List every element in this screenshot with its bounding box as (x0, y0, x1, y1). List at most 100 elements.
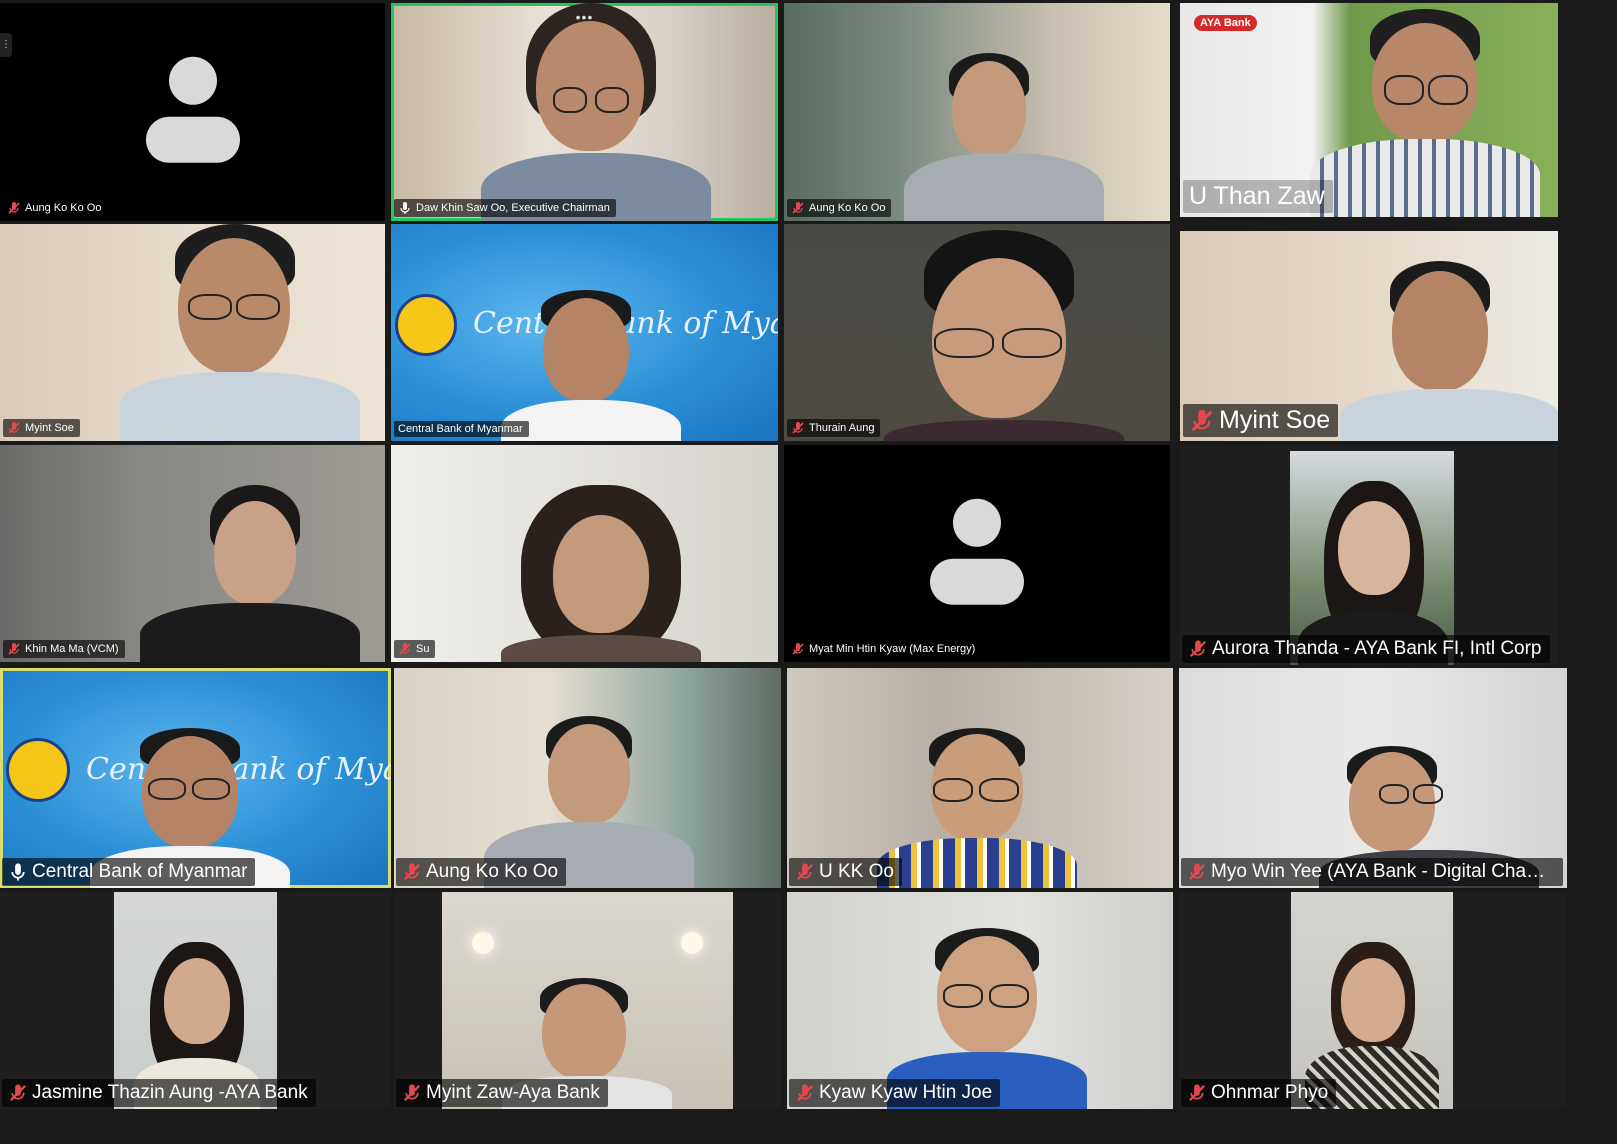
participant-name: Aurora Thanda - AYA Bank FI, Intl Corp (1212, 638, 1542, 659)
participant-tile[interactable]: Ohnmar Phyo (1179, 892, 1567, 1109)
participant-name: Thurain Aung (809, 422, 875, 434)
participant-tile[interactable]: Aurora Thanda - AYA Bank FI, Intl Corp (1180, 445, 1558, 665)
participant-tile[interactable]: U KK Oo (787, 668, 1173, 888)
mic-muted-icon (1189, 863, 1205, 880)
participant-tile[interactable]: ⋮ Aung Ko Ko Oo (0, 3, 385, 221)
mic-muted-icon (8, 202, 20, 214)
participant-name: Myint Zaw-Aya Bank (426, 1082, 600, 1103)
video-feed (1291, 892, 1453, 1109)
video-feed (784, 3, 1170, 221)
video-feed (391, 3, 778, 221)
participant-name: Daw Khin Saw Oo, Executive Chairman (416, 202, 610, 214)
participant-tile[interactable]: Khin Ma Ma (VCM) (0, 445, 385, 662)
participant-tile-active-speaker[interactable]: ••• Daw Khin Saw Oo, Executive Chairman (391, 3, 778, 221)
mic-muted-icon (8, 422, 20, 434)
participant-name: Ohnmar Phyo (1211, 1082, 1329, 1103)
mic-muted-icon (1190, 640, 1206, 657)
mic-icon (11, 863, 25, 881)
video-feed (1290, 451, 1454, 665)
participant-tile[interactable]: Central Bank of Myanmar Central Bank of … (391, 224, 778, 441)
ceiling-light (472, 932, 494, 954)
participant-name: Jasmine Thazin Aung -AYA Bank (32, 1082, 308, 1103)
participant-nameplate: Myint Soe (3, 419, 80, 437)
participant-nameplate: Myat Min Htin Kyaw (Max Energy) (787, 640, 982, 658)
mic-muted-icon (797, 1084, 813, 1101)
participant-tile[interactable]: Thurain Aung (784, 224, 1170, 441)
participant-name: Central Bank of Myanmar (398, 423, 523, 435)
video-feed (787, 668, 1173, 888)
participant-name: Myint Soe (25, 422, 74, 434)
video-feed (391, 445, 778, 662)
video-feed: Central Bank of Myanmar (391, 224, 778, 441)
participant-nameplate: Ohnmar Phyo (1181, 1079, 1337, 1107)
participant-name: Su (416, 643, 430, 655)
participant-name: Khin Ma Ma (VCM) (25, 643, 119, 655)
mic-muted-icon (1191, 409, 1213, 431)
participant-nameplate: Kyaw Kyaw Htin Joe (789, 1079, 1001, 1107)
participant-nameplate: Myo Win Yee (AYA Bank - Digital Chann... (1181, 858, 1563, 886)
participant-tile[interactable]: Su (391, 445, 778, 662)
mic-muted-icon (404, 1084, 420, 1101)
participant-nameplate: Central Bank of Myanmar (2, 858, 256, 886)
central-bank-seal-icon (395, 294, 457, 356)
participant-nameplate: Thurain Aung (787, 419, 881, 437)
participant-nameplate: Jasmine Thazin Aung -AYA Bank (2, 1079, 316, 1107)
default-avatar-icon (930, 498, 1024, 605)
video-feed (1179, 668, 1567, 888)
participant-nameplate: Daw Khin Saw Oo, Executive Chairman (394, 199, 616, 217)
mic-muted-icon (8, 643, 20, 655)
participant-nameplate: Aung Ko Ko Oo (396, 858, 567, 886)
participant-tile[interactable]: Myint Zaw-Aya Bank (394, 892, 781, 1109)
participant-nameplate: U KK Oo (789, 858, 902, 886)
default-avatar-icon (145, 56, 240, 163)
participant-nameplate: Khin Ma Ma (VCM) (3, 640, 125, 658)
participant-nameplate: Myint Soe (1183, 404, 1339, 437)
participant-name: Aung Ko Ko Oo (25, 202, 102, 214)
participant-tile[interactable]: Myint Soe (0, 224, 385, 441)
participant-tile-spotlight[interactable]: Central Bank of Myanmar Central Bank of … (0, 668, 391, 888)
participant-name: U KK Oo (819, 861, 894, 882)
participant-nameplate: Aung Ko Ko Oo (3, 199, 108, 217)
participant-tile[interactable]: Aung Ko Ko Oo (394, 668, 781, 888)
participant-nameplate: Aung Ko Ko Oo (787, 199, 892, 217)
participant-tile[interactable]: Myint Soe (1180, 231, 1558, 441)
participant-name: Myo Win Yee (AYA Bank - Digital Chann... (1211, 861, 1555, 882)
video-feed (0, 224, 385, 441)
mic-muted-icon (404, 863, 420, 880)
participant-name: Aung Ko Ko Oo (809, 202, 886, 214)
participant-name: Aung Ko Ko Oo (426, 861, 559, 882)
mic-muted-icon (792, 422, 804, 434)
video-feed (394, 668, 781, 888)
mic-muted-icon (10, 1084, 26, 1101)
video-feed (114, 892, 277, 1109)
mic-icon (400, 202, 410, 214)
central-bank-seal-icon (6, 738, 70, 802)
participant-tile[interactable]: Myat Min Htin Kyaw (Max Energy) (784, 445, 1170, 662)
participant-nameplate: U Than Zaw (1183, 180, 1333, 213)
video-feed (784, 224, 1170, 441)
participant-tile[interactable]: Aung Ko Ko Oo (784, 3, 1170, 221)
participant-nameplate: Central Bank of Myanmar (394, 421, 529, 437)
video-feed (787, 892, 1173, 1109)
participant-tile[interactable]: AYA Bank U Than Zaw (1180, 3, 1558, 217)
ceiling-light (681, 932, 703, 954)
more-options-icon[interactable]: ••• (576, 9, 594, 25)
participant-name: Myat Min Htin Kyaw (Max Energy) (809, 643, 976, 655)
video-feed: Central Bank of Myanmar (0, 668, 391, 888)
participant-name: Myint Soe (1219, 406, 1331, 434)
participant-nameplate: Myint Zaw-Aya Bank (396, 1079, 608, 1107)
participant-tile[interactable]: Jasmine Thazin Aung -AYA Bank (0, 892, 391, 1109)
participant-name: U Than Zaw (1189, 182, 1325, 210)
participant-name: Central Bank of Myanmar (32, 861, 248, 882)
mic-muted-icon (1189, 1084, 1205, 1101)
mic-muted-icon (792, 202, 804, 214)
video-feed (442, 892, 733, 1109)
participant-tile[interactable]: Myo Win Yee (AYA Bank - Digital Chann... (1179, 668, 1567, 888)
more-options-icon[interactable]: ⋮ (0, 33, 12, 57)
participant-name: Kyaw Kyaw Htin Joe (819, 1082, 993, 1103)
participant-tile[interactable]: Kyaw Kyaw Htin Joe (787, 892, 1173, 1109)
video-feed (0, 445, 385, 662)
participant-nameplate: Aurora Thanda - AYA Bank FI, Intl Corp (1182, 635, 1550, 663)
participant-nameplate: Su (394, 640, 436, 658)
mic-muted-icon (399, 643, 411, 655)
